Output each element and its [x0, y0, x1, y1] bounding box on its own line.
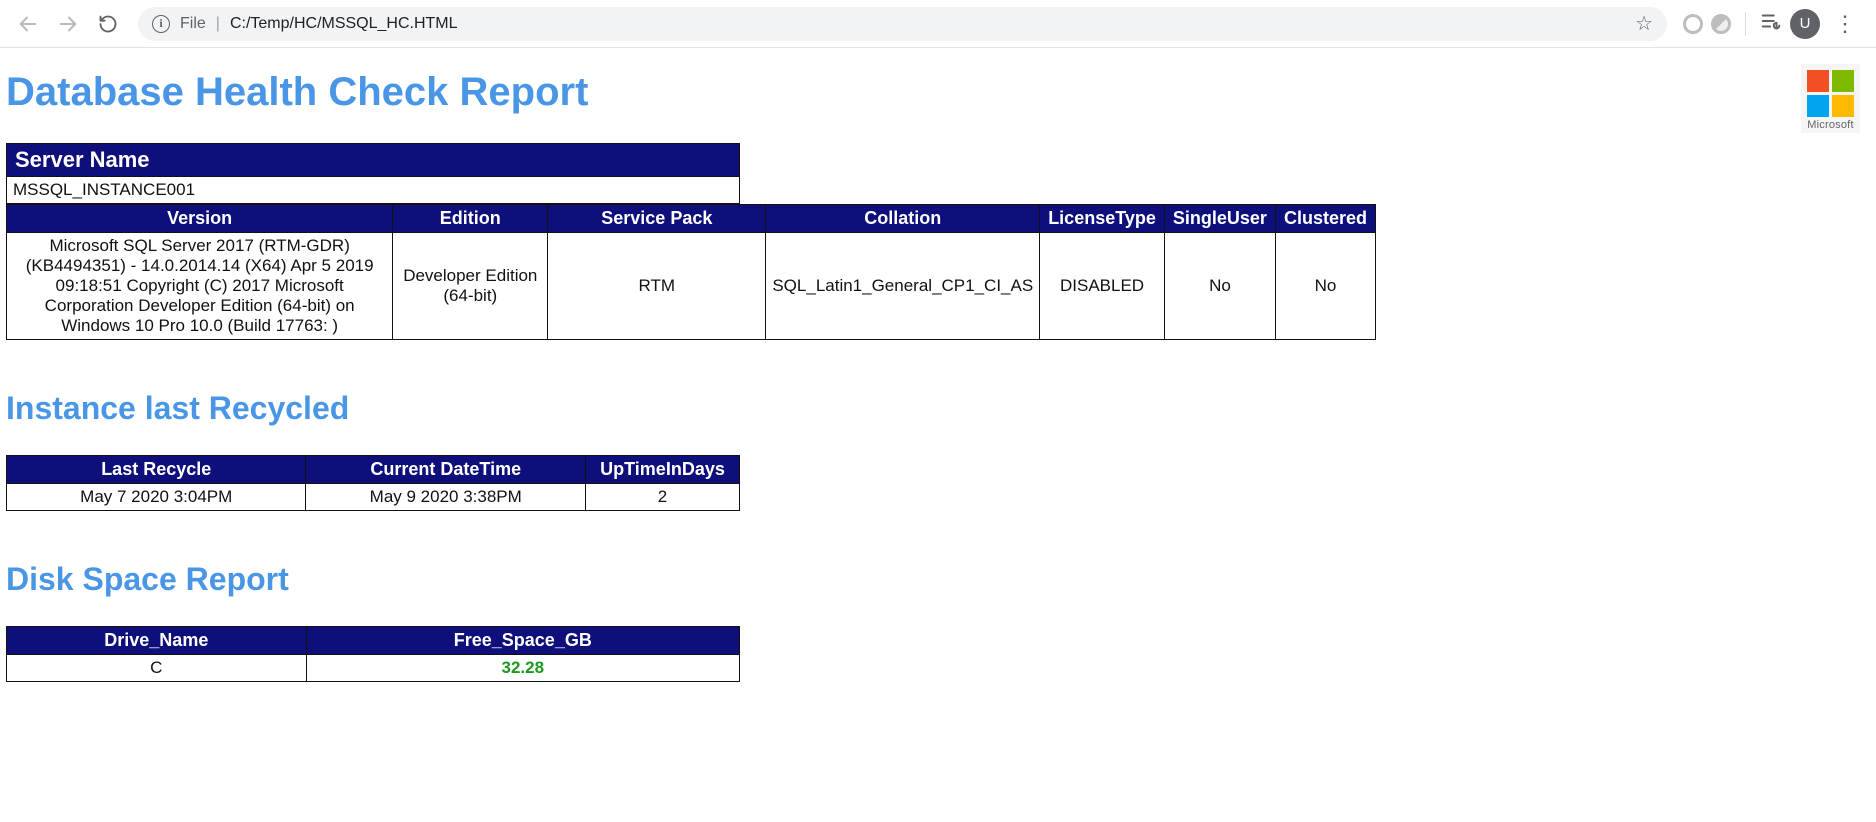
avatar-initial: U — [1800, 15, 1811, 32]
media-control-icon[interactable] — [1760, 10, 1782, 38]
col-service-pack: Service Pack — [548, 205, 766, 233]
page-title: Database Health Check Report — [6, 70, 1870, 115]
toolbar-right-icons: U ⋮ — [1677, 9, 1868, 39]
back-button[interactable] — [10, 6, 46, 42]
server-name-header: Server Name — [7, 144, 740, 177]
cell-drive-name: C — [7, 655, 307, 682]
cell-version: Microsoft SQL Server 2017 (RTM-GDR) (KB4… — [7, 233, 393, 340]
col-free-space: Free_Space_GB — [306, 627, 739, 655]
disk-row: C 32.28 — [7, 655, 740, 682]
url-scheme-label: File — [180, 15, 206, 33]
url-path: C:/Temp/HC/MSSQL_HC.HTML — [230, 15, 458, 33]
toolbar-divider — [1745, 12, 1746, 36]
chrome-menu-button[interactable]: ⋮ — [1828, 11, 1862, 37]
server-name-value: MSSQL_INSTANCE001 — [7, 177, 740, 204]
col-current-datetime: Current DateTime — [306, 456, 586, 484]
page-body: Microsoft Database Health Check Report S… — [0, 48, 1876, 712]
col-license-type: LicenseType — [1040, 205, 1165, 233]
section-title-disk: Disk Space Report — [6, 561, 1870, 598]
cell-edition: Developer Edition (64-bit) — [393, 233, 548, 340]
col-edition: Edition — [393, 205, 548, 233]
cell-free-space: 32.28 — [306, 655, 739, 682]
cell-last-recycle: May 7 2020 3:04PM — [7, 484, 306, 511]
extension-icon-2[interactable] — [1711, 14, 1731, 34]
col-single-user: SingleUser — [1164, 205, 1275, 233]
col-clustered: Clustered — [1275, 205, 1375, 233]
site-info-icon[interactable]: i — [152, 15, 170, 33]
microsoft-logo-label: Microsoft — [1807, 119, 1853, 131]
cell-clustered: No — [1275, 233, 1375, 340]
cell-single-user: No — [1164, 233, 1275, 340]
cell-license-type: DISABLED — [1040, 233, 1165, 340]
cell-uptime-days: 2 — [586, 484, 740, 511]
recycle-row: May 7 2020 3:04PM May 9 2020 3:38PM 2 — [7, 484, 740, 511]
server-name-table: Server Name MSSQL_INSTANCE001 — [6, 143, 740, 204]
reload-button[interactable] — [90, 6, 126, 42]
cell-service-pack: RTM — [548, 233, 766, 340]
col-version: Version — [7, 205, 393, 233]
col-last-recycle: Last Recycle — [7, 456, 306, 484]
cell-current-datetime: May 9 2020 3:38PM — [306, 484, 586, 511]
recycle-table: Last Recycle Current DateTime UpTimeInDa… — [6, 455, 740, 511]
col-uptime-days: UpTimeInDays — [586, 456, 740, 484]
version-row: Microsoft SQL Server 2017 (RTM-GDR) (KB4… — [7, 233, 1376, 340]
disk-table: Drive_Name Free_Space_GB C 32.28 — [6, 626, 740, 682]
microsoft-logo: Microsoft — [1801, 64, 1860, 133]
version-table: Version Edition Service Pack Collation L… — [6, 204, 1376, 340]
cell-collation: SQL_Latin1_General_CP1_CI_AS — [766, 233, 1040, 340]
address-bar[interactable]: i File | C:/Temp/HC/MSSQL_HC.HTML ☆ — [138, 7, 1667, 41]
browser-toolbar: i File | C:/Temp/HC/MSSQL_HC.HTML ☆ U ⋮ — [0, 0, 1876, 48]
url-separator: | — [216, 15, 220, 33]
forward-button[interactable] — [50, 6, 86, 42]
section-title-recycle: Instance last Recycled — [6, 390, 1870, 427]
col-collation: Collation — [766, 205, 1040, 233]
extension-icon-1[interactable] — [1683, 14, 1703, 34]
microsoft-logo-icon — [1807, 70, 1854, 117]
profile-avatar[interactable]: U — [1790, 9, 1820, 39]
bookmark-star-icon[interactable]: ☆ — [1635, 11, 1653, 36]
col-drive-name: Drive_Name — [7, 627, 307, 655]
